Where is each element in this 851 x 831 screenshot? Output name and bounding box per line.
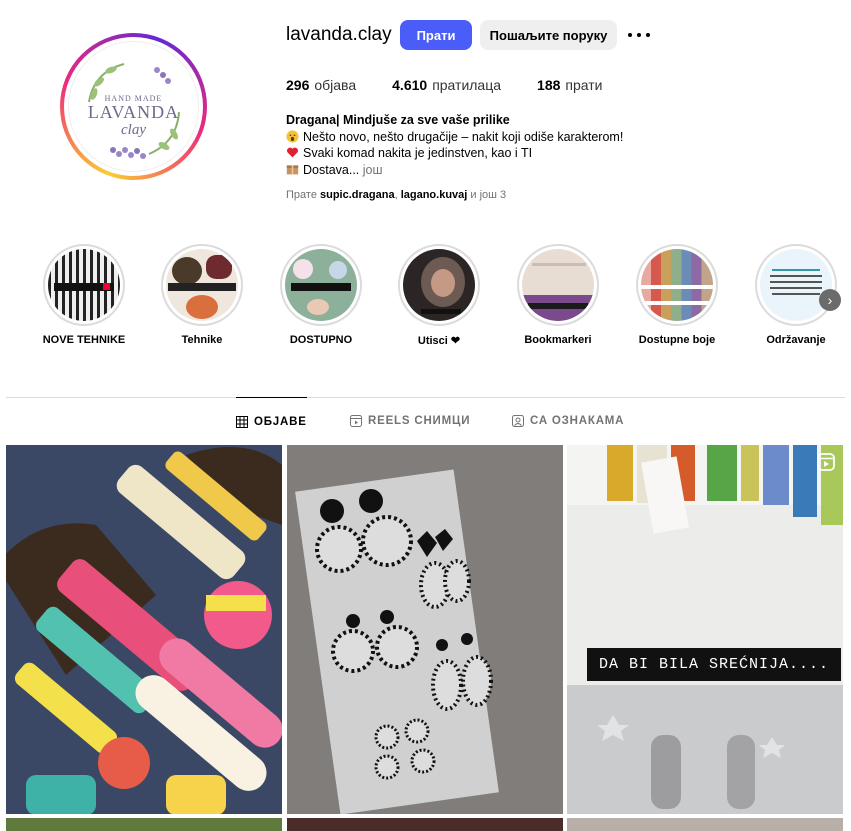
- profile-username: lavanda.clay: [286, 24, 392, 45]
- highlight-bookmarkeri[interactable]: Bookmarkeri: [515, 244, 601, 346]
- post-tile[interactable]: [287, 818, 563, 831]
- grid-icon: [236, 415, 248, 428]
- bio-name: Dragana| Mindjuše za sve vaše prilike: [286, 113, 510, 127]
- post-image-bookshelf-socks: [567, 445, 843, 814]
- package-icon: [286, 164, 299, 174]
- reels-icon: [350, 415, 362, 427]
- bio-line-1: Nešto novo, nešto drugačije – nakit koji…: [286, 129, 706, 146]
- profile-tabs: ОБЈАВЕ REELS СНИМЦИ СА ОЗНАКАМА: [0, 397, 851, 445]
- post-tile[interactable]: [567, 818, 843, 831]
- tagged-user-icon: [512, 415, 524, 427]
- followers-count[interactable]: 4.610 пратилаца: [392, 77, 501, 93]
- bio-more-link[interactable]: још: [363, 163, 383, 177]
- post-caption-overlay: DA BI BILA SREĆNIJA....: [587, 648, 842, 681]
- followed-by[interactable]: Прате supic.dragana, lagano.kuvaj и још …: [286, 189, 506, 201]
- logo-brand-text: LAVANDA: [87, 102, 180, 122]
- highlight-dostupno[interactable]: DOSTUPNO: [278, 244, 364, 346]
- profile-stats: 296 објава 4.610 пратилаца 188 прати: [286, 77, 638, 93]
- highlights-next-arrow-icon[interactable]: ›: [819, 289, 841, 311]
- tab-tagged[interactable]: СА ОЗНАКАМА: [512, 397, 624, 445]
- send-message-button[interactable]: Пошаљите поруку: [480, 20, 617, 50]
- highlight-utisci[interactable]: Utisci ❤: [396, 244, 482, 347]
- post-tile[interactable]: [287, 445, 563, 814]
- following-count[interactable]: 188 прати: [537, 77, 602, 93]
- post-tile[interactable]: DA BI BILA SREĆNIJA....: [567, 445, 843, 814]
- bio-line-3: Dostava... још: [286, 162, 706, 179]
- follow-button[interactable]: Прати: [400, 20, 472, 50]
- more-options-icon[interactable]: [628, 25, 650, 45]
- highlight-tehnike[interactable]: Tehnike: [159, 244, 245, 346]
- reel-indicator-icon: [817, 453, 835, 471]
- highlight-dostupne-boje[interactable]: Dostupne boje: [634, 244, 720, 346]
- highlight-nove-tehnike[interactable]: NOVE TEHNIKE: [41, 244, 127, 346]
- tab-posts[interactable]: ОБЈАВЕ: [236, 397, 307, 445]
- tab-reels[interactable]: REELS СНИМЦИ: [350, 397, 470, 445]
- heart-icon: [287, 147, 298, 158]
- post-tile[interactable]: [6, 445, 282, 814]
- post-tile[interactable]: [6, 818, 282, 831]
- profile-bio: Dragana| Mindjuše za sve vaše prilike Ne…: [286, 112, 706, 178]
- post-image-clay-earrings: [6, 445, 282, 814]
- shocked-face-icon: [286, 129, 299, 143]
- logo-sub-text: clay: [121, 122, 146, 138]
- profile-avatar[interactable]: HAND MADE LAVANDA clay: [60, 33, 207, 180]
- bio-line-2: Svaki komad nakita je jedinstven, kao i …: [286, 145, 706, 162]
- posts-count: 296 објава: [286, 77, 357, 93]
- post-image-black-white-earrings: [287, 445, 563, 814]
